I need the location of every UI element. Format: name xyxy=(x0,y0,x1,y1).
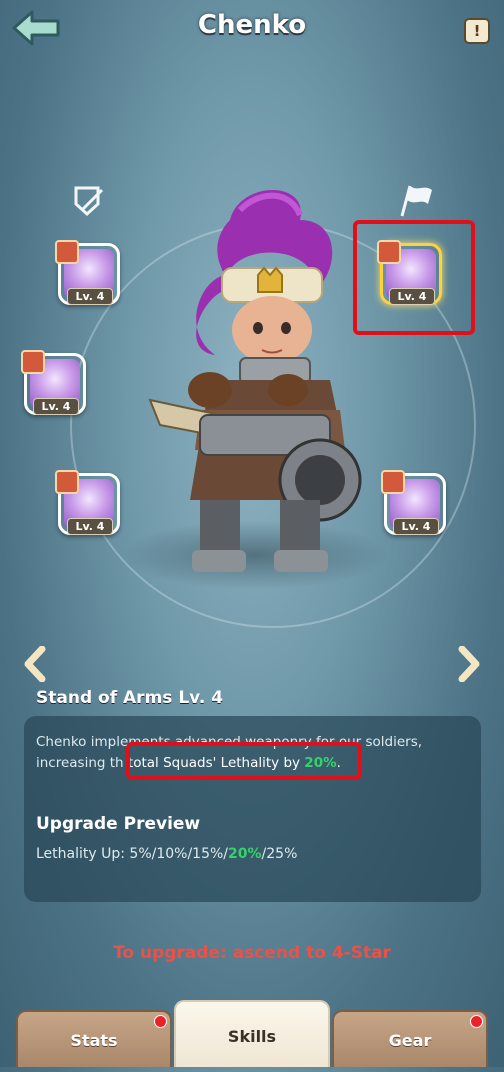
info-button[interactable]: ! xyxy=(464,18,490,44)
skill-level-label: Lv. 4 xyxy=(393,518,439,535)
previous-skill-button[interactable] xyxy=(22,645,50,683)
upgrade-preview-title: Upgrade Preview xyxy=(36,814,201,834)
selected-skill-highlight xyxy=(353,220,475,335)
flag-skill-category-icon xyxy=(396,182,432,218)
tab-skills[interactable]: Skills xyxy=(174,1000,330,1067)
combat-skill-category-icon xyxy=(72,182,108,218)
effect-highlight-box xyxy=(126,742,362,780)
skill-slot-3[interactable]: Lv. 4 xyxy=(55,470,120,535)
notification-dot xyxy=(470,1015,483,1028)
skill-name: Stand of Arms Lv. 4 xyxy=(36,688,224,708)
crossed-swords-badge-icon xyxy=(381,470,405,494)
crossed-swords-badge-icon xyxy=(55,240,79,264)
crossed-swords-badge-icon xyxy=(55,470,79,494)
chevron-left-icon xyxy=(24,645,46,683)
skill-slot-5[interactable]: Lv. 4 xyxy=(381,470,446,535)
crossed-swords-badge-icon xyxy=(21,350,45,374)
next-skill-button[interactable] xyxy=(454,645,482,683)
skill-slot-2[interactable]: Lv. 4 xyxy=(21,350,86,415)
skill-level-label: Lv. 4 xyxy=(67,518,113,535)
skill-level-label: Lv. 4 xyxy=(67,288,113,305)
hero-character xyxy=(140,180,380,580)
upgrade-requirement: To upgrade: ascend to 4-Star xyxy=(113,943,391,963)
page-title: Chenko xyxy=(197,10,307,40)
tab-gear[interactable]: Gear xyxy=(332,1010,488,1067)
notification-dot xyxy=(154,1015,167,1028)
tab-stats[interactable]: Stats xyxy=(16,1010,172,1067)
skill-slot-1[interactable]: Lv. 4 xyxy=(55,240,120,305)
skill-level-label: Lv. 4 xyxy=(33,398,79,415)
upgrade-preview-values: Lethality Up: 5%/10%/15%/20%/25% xyxy=(36,846,298,862)
chevron-right-icon xyxy=(458,645,480,683)
